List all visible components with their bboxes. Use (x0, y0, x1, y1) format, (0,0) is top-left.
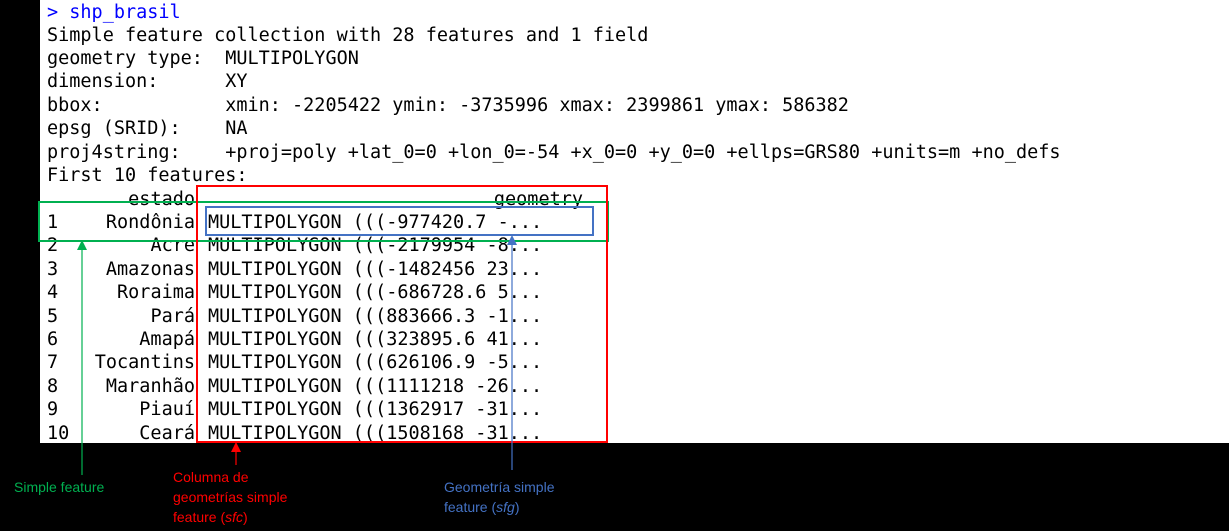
sfg-label: Geometría simple feature (sfg) (444, 477, 554, 517)
sfg-label-line: Geometría simple (444, 479, 555, 495)
sfc-label-line: geometrías simple (173, 489, 288, 505)
sfg-label-line: feature (sfg) (444, 499, 520, 515)
sfc-label-line: feature (sfc) (173, 509, 248, 525)
annotation-arrows (77, 235, 517, 475)
simple-feature-arrow-head (77, 240, 87, 250)
sfc-label-line: Columna de (173, 469, 249, 485)
sfc-arrow-head (231, 442, 241, 452)
sfg-arrow-head (507, 235, 517, 245)
simple-feature-label: Simple feature (14, 479, 105, 495)
sfc-label: Columna de geometrías simple feature (sf… (173, 467, 287, 527)
